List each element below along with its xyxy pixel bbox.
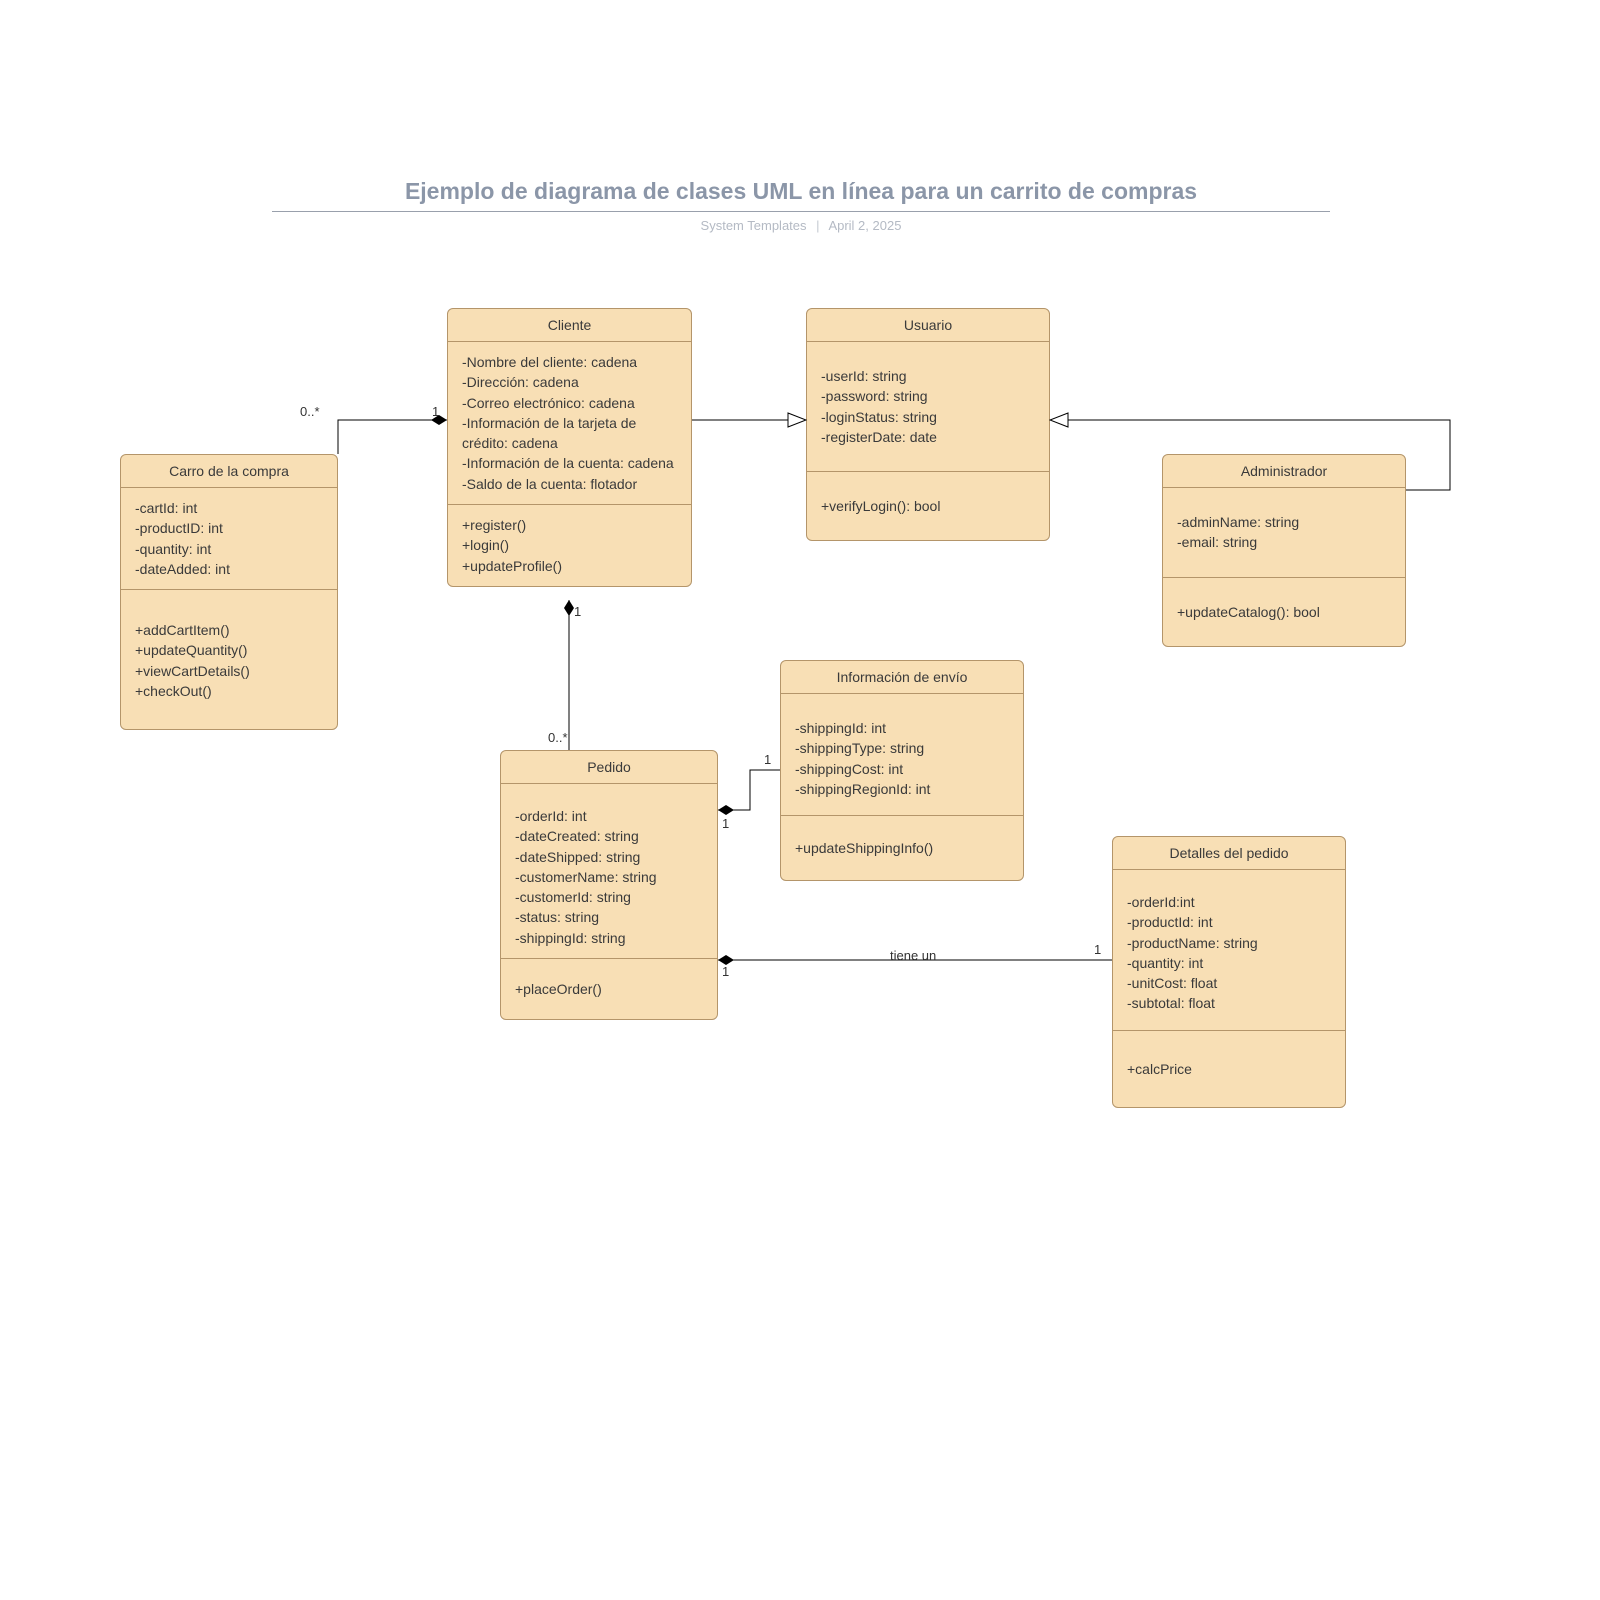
multiplicity-label: 0..* [548,730,568,745]
class-title: Carro de la compra [121,455,337,488]
association-label: tiene un [890,948,936,963]
class-carro-de-la-compra[interactable]: Carro de la compra -cartId: int -product… [120,454,338,730]
author-label: System Templates [701,218,807,233]
class-operations: +placeOrder() [501,959,717,1019]
multiplicity-label: 0..* [300,404,320,419]
multiplicity-label: 1 [1094,942,1101,957]
class-title: Administrador [1163,455,1405,488]
class-usuario[interactable]: Usuario -userId: string -password: strin… [806,308,1050,541]
class-attributes: -orderId: int -dateCreated: string -date… [501,784,717,959]
class-attributes: -Nombre del cliente: cadena -Dirección: … [448,342,691,505]
class-detalles-pedido[interactable]: Detalles del pedido -orderId:int -produc… [1112,836,1346,1108]
title-divider [272,211,1330,212]
class-title: Cliente [448,309,691,342]
class-attributes: -orderId:int -productId: int -productNam… [1113,870,1345,1031]
title-block: Ejemplo de diagrama de clases UML en lín… [272,178,1330,233]
class-operations: +updateCatalog(): bool [1163,578,1405,646]
class-cliente[interactable]: Cliente -Nombre del cliente: cadena -Dir… [447,308,692,587]
class-operations: +verifyLogin(): bool [807,472,1049,540]
diagram-canvas: Ejemplo de diagrama de clases UML en lín… [0,0,1600,1600]
class-operations: +updateShippingInfo() [781,816,1023,880]
class-title: Usuario [807,309,1049,342]
class-attributes: -shippingId: int -shippingType: string -… [781,694,1023,816]
multiplicity-label: 1 [764,752,771,767]
diagram-subtitle: System Templates | April 2, 2025 [272,218,1330,233]
class-operations: +calcPrice [1113,1031,1345,1107]
date-label: April 2, 2025 [828,218,901,233]
multiplicity-label: 1 [722,964,729,979]
multiplicity-label: 1 [574,604,581,619]
class-attributes: -adminName: string -email: string [1163,488,1405,578]
subtitle-separator: | [810,218,825,233]
class-informacion-envio[interactable]: Información de envío -shippingId: int -s… [780,660,1024,881]
class-attributes: -cartId: int -productID: int -quantity: … [121,488,337,590]
diagram-title: Ejemplo de diagrama de clases UML en lín… [272,178,1330,211]
class-title: Pedido [501,751,717,784]
class-operations: +register() +login() +updateProfile() [448,505,691,586]
class-pedido[interactable]: Pedido -orderId: int -dateCreated: strin… [500,750,718,1020]
class-title: Detalles del pedido [1113,837,1345,870]
multiplicity-label: 1 [722,816,729,831]
multiplicity-label: 1 [432,404,439,419]
class-title: Información de envío [781,661,1023,694]
class-operations: +addCartItem() +updateQuantity() +viewCa… [121,590,337,729]
class-administrador[interactable]: Administrador -adminName: string -email:… [1162,454,1406,647]
class-attributes: -userId: string -password: string -login… [807,342,1049,472]
